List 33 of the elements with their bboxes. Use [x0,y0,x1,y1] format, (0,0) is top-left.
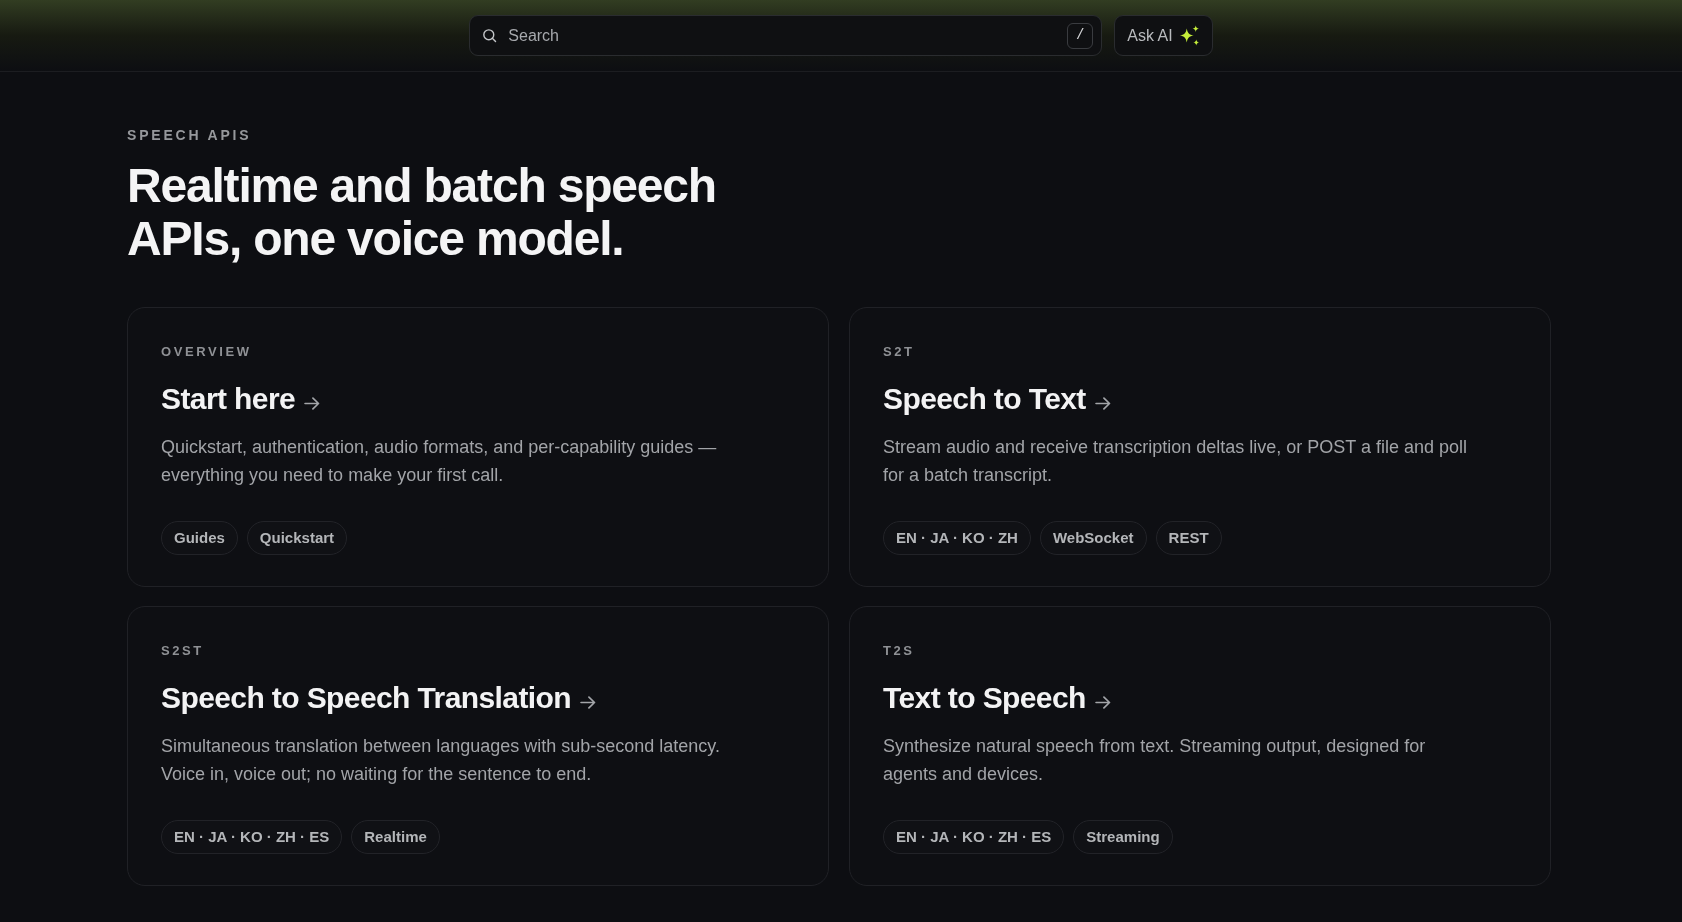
tag: Streaming [1073,820,1173,854]
card-category: T2S [883,643,915,659]
arrow-right-icon [580,695,596,709]
card-description: Stream audio and receive transcription deltas live, or POST a file and poll for a batch transcript. [883,436,1468,487]
page-heading: Realtime and batch speech APIs, one voice model. [127,159,717,265]
card-title-link[interactable]: Text to Speech [883,680,1111,716]
card-description: Quickstart, authentication, audio formats, and per-capability guides — everything you need to make your first call. [161,436,718,487]
search-icon [481,27,499,44]
shortcut-key: / [1067,22,1094,49]
ask-ai-button[interactable]: Ask AI [1114,15,1213,56]
card-description: Simultaneous translation between languages with sub-second latency. Voice in, voice out; no waiting for the sentence to end. [161,735,721,786]
card-title-link[interactable]: Speech to Text [883,381,1111,417]
card-category: S2T [883,344,915,360]
card-title-link[interactable]: Start here [161,381,321,417]
tag: REST [1155,521,1222,555]
tag: Realtime [351,820,440,854]
tag: EN · JA · KO · ZH · ES [161,820,343,854]
card-description: Synthesize natural speech from text. Streaming output, designed for agents and devices. [883,735,1427,786]
card-category: OVERVIEW [161,344,252,360]
arrow-right-icon [1094,396,1111,410]
search-field[interactable]: Search / [469,15,1103,56]
card-title-link[interactable]: Speech to Speech Translation [161,680,596,716]
arrow-right-icon [304,396,321,410]
arrow-right-icon [1094,695,1111,709]
tag: EN · JA · KO · ZH · ES [883,820,1065,854]
section-eyebrow: SPEECH APIS [127,127,252,143]
sparkle-icon [1178,25,1200,46]
tag: EN · JA · KO · ZH [883,521,1031,555]
search-input[interactable]: Search [508,16,1058,55]
tag: Guides [161,521,238,555]
tag: WebSocket [1039,521,1147,555]
card-category: S2ST [161,643,204,659]
tag: Quickstart [246,521,348,555]
